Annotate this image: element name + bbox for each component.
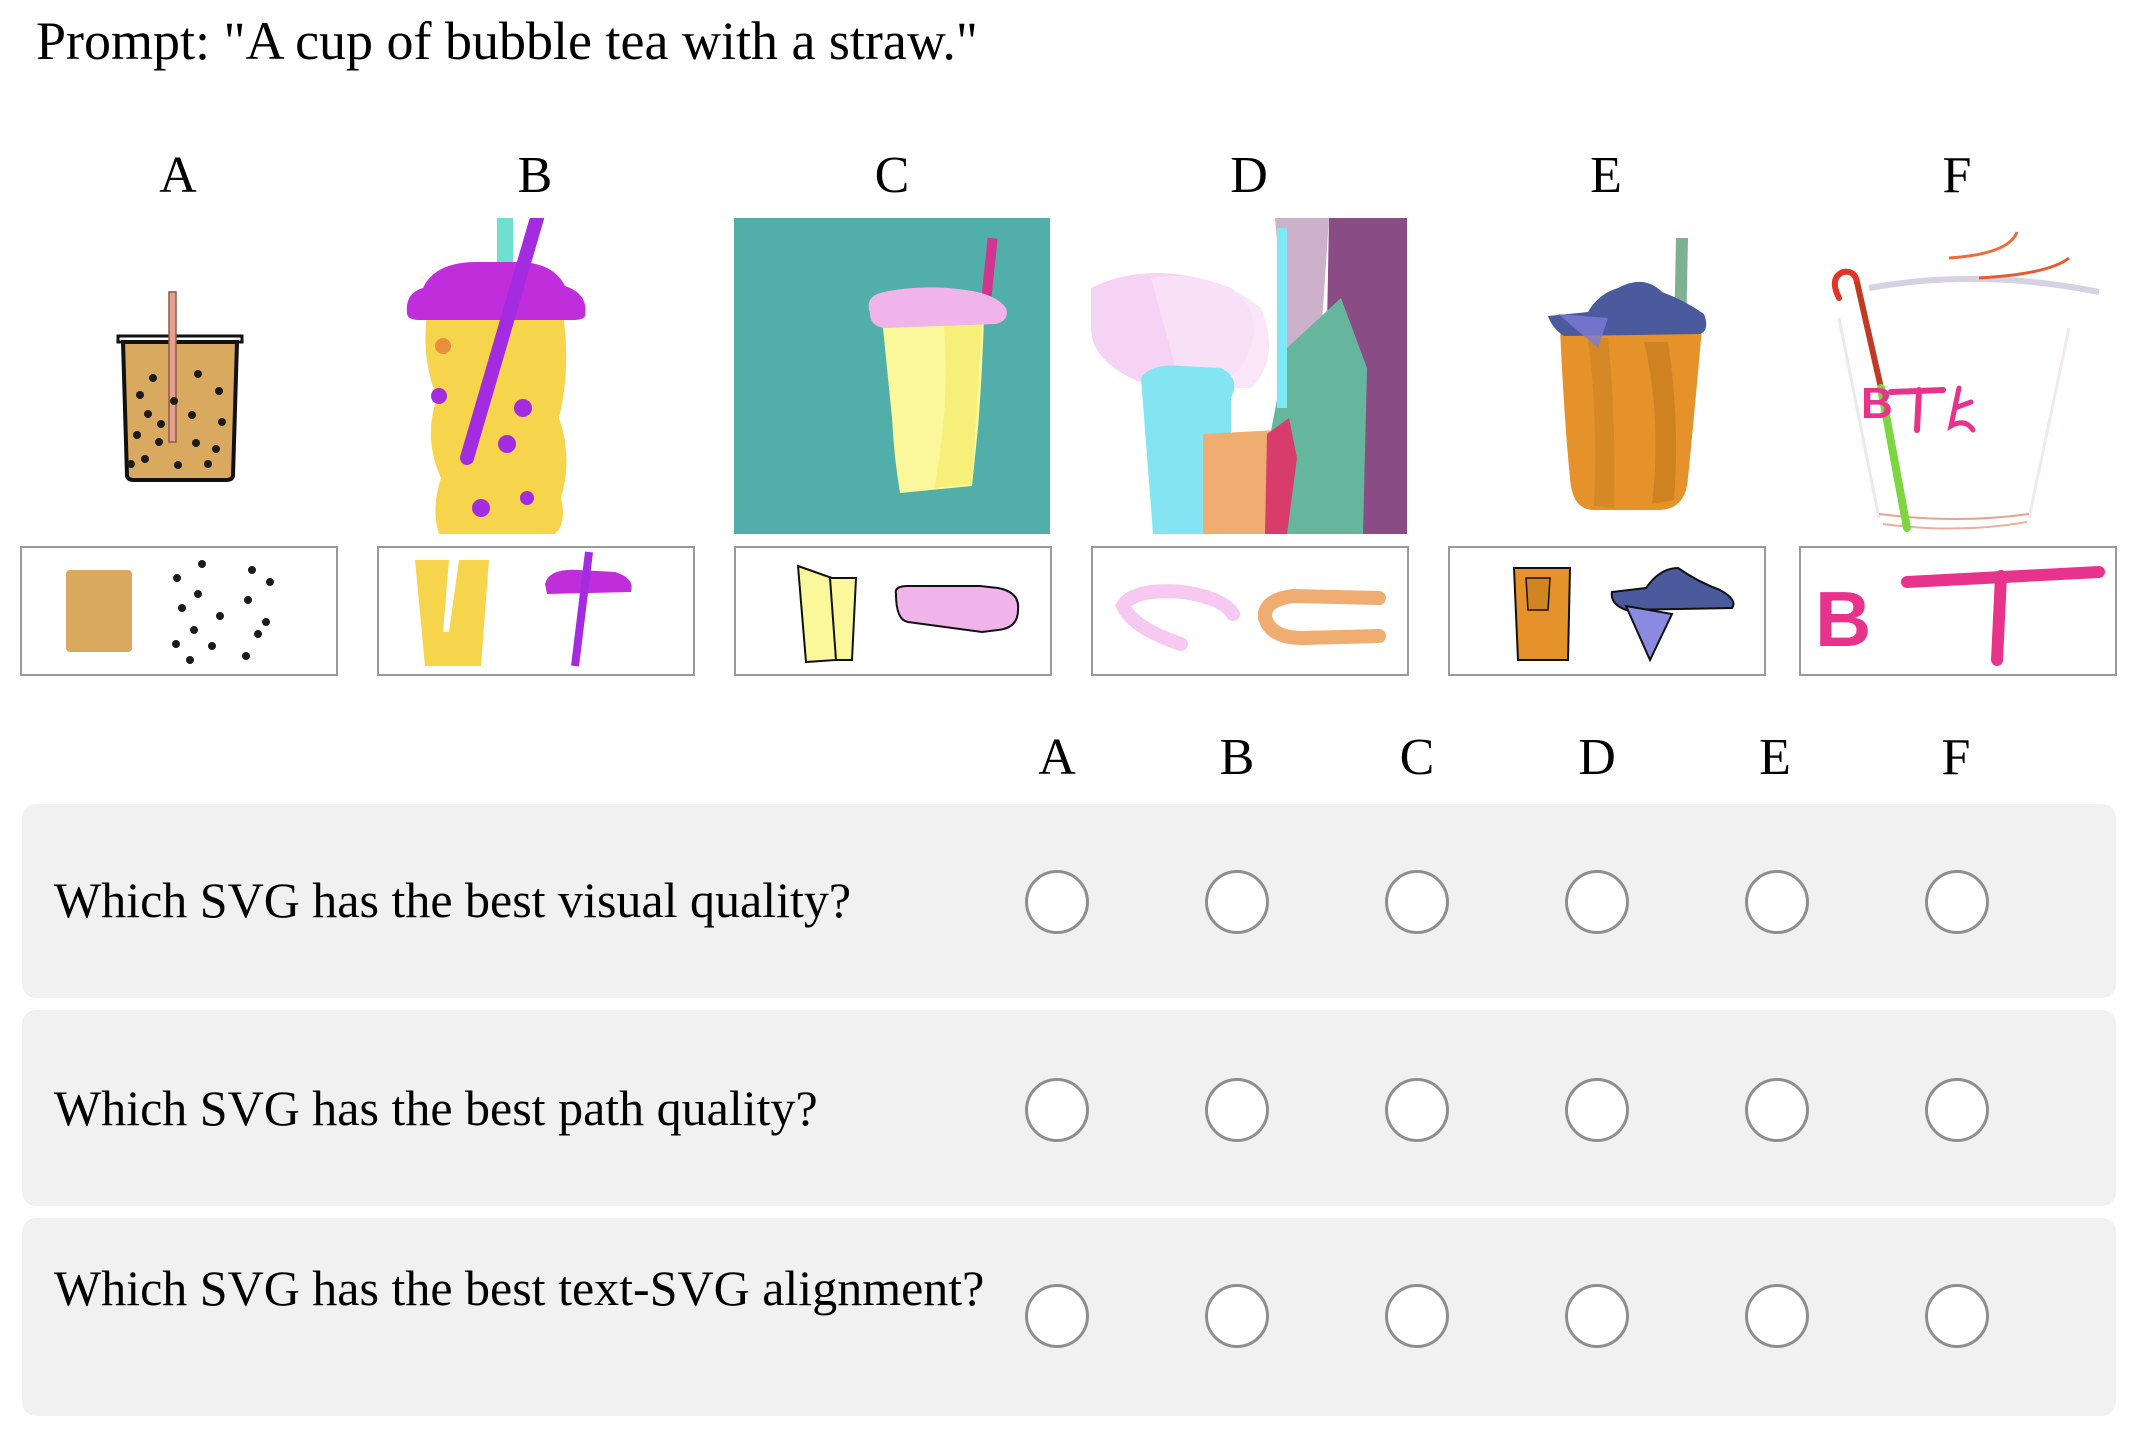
svg-parts-d — [1091, 546, 1409, 676]
prompt-text: Prompt: "A cup of bubble tea with a stra… — [36, 11, 978, 71]
svg-parts-b — [377, 546, 695, 676]
radio-text-svg-alignment-e[interactable] — [1745, 1284, 1809, 1348]
svg-image-c — [734, 218, 1050, 534]
radio-header-d: D — [1578, 729, 1616, 786]
column-label-c: C — [874, 147, 910, 204]
radio-text-svg-alignment-d[interactable] — [1565, 1284, 1629, 1348]
svg-image-e — [1448, 218, 1764, 534]
f-image-letter-b: B — [1861, 379, 1893, 428]
radio-path-quality-e[interactable] — [1745, 1078, 1809, 1142]
radio-header-e: E — [1759, 729, 1791, 786]
radio-path-quality-a[interactable] — [1025, 1078, 1089, 1142]
column-label-e: E — [1590, 147, 1622, 204]
radio-text-svg-alignment-f[interactable] — [1925, 1284, 1989, 1348]
radio-visual-quality-d[interactable] — [1565, 870, 1629, 934]
radio-visual-quality-b[interactable] — [1205, 870, 1269, 934]
svg-image-b — [377, 218, 693, 534]
column-label-b: B — [517, 147, 553, 204]
svg-parts-f: B — [1799, 546, 2117, 676]
radio-path-quality-c[interactable] — [1385, 1078, 1449, 1142]
radio-visual-quality-f[interactable] — [1925, 870, 1989, 934]
svg-parts-a — [20, 546, 338, 676]
svg-image-d — [1091, 218, 1407, 534]
radio-visual-quality-c[interactable] — [1385, 870, 1449, 934]
column-label-a: A — [159, 147, 197, 204]
question-text: Which SVG has the best path quality? — [54, 1080, 818, 1136]
question-text: Which SVG has the best visual quality? — [54, 872, 852, 928]
radio-header-c: C — [1399, 729, 1435, 786]
f-parts-letter-b: B — [1815, 575, 1871, 663]
radio-text-svg-alignment-a[interactable] — [1025, 1284, 1089, 1348]
column-label-f: F — [1942, 147, 1972, 204]
svg-parts-c — [734, 546, 1052, 676]
radio-header-f: F — [1941, 729, 1971, 786]
radio-path-quality-d[interactable] — [1565, 1078, 1629, 1142]
radio-text-svg-alignment-c[interactable] — [1385, 1284, 1449, 1348]
svg-parts-e — [1448, 546, 1766, 676]
radio-visual-quality-e[interactable] — [1745, 870, 1809, 934]
radio-path-quality-b[interactable] — [1205, 1078, 1269, 1142]
radio-header-b: B — [1219, 729, 1255, 786]
question-text: Which SVG has the best text-SVG alignmen… — [54, 1260, 985, 1316]
radio-text-svg-alignment-b[interactable] — [1205, 1284, 1269, 1348]
svg-image-f: B — [1799, 218, 2115, 534]
radio-visual-quality-a[interactable] — [1025, 870, 1089, 934]
column-label-d: D — [1230, 147, 1268, 204]
radio-header-a: A — [1038, 729, 1076, 786]
svg-image-a — [20, 218, 336, 534]
radio-path-quality-f[interactable] — [1925, 1078, 1989, 1142]
